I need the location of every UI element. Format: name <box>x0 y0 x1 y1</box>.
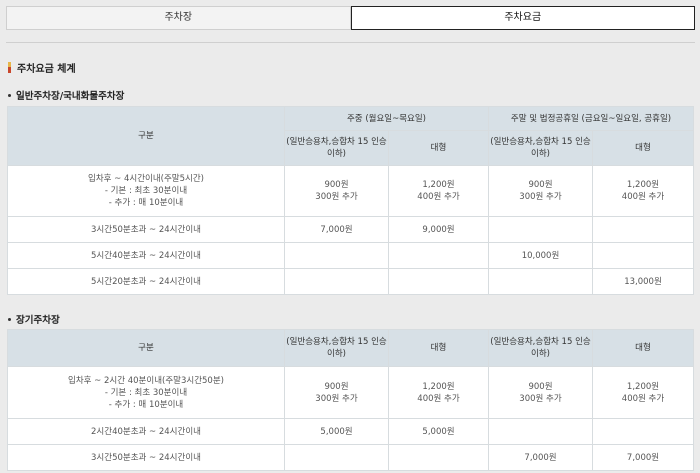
bullet-icon <box>8 93 11 97</box>
row-label: 5시간20분초과 ~ 24시간이내 <box>7 268 285 295</box>
label-line: - 추가 : 매 10분이내 <box>108 198 184 208</box>
page-title-text: 주차요금 체계 <box>17 64 76 75</box>
label-line: - 기본 : 최초 30분이내 <box>104 387 188 398</box>
group-header-weekday: 주중 (월요일~목요일) <box>284 106 489 131</box>
divider <box>6 42 695 43</box>
fee-cell: 10,000원 <box>488 242 593 269</box>
label-line: 입차후 ~ 4시간이내(주말5시간) <box>88 174 204 184</box>
sub-header-large: 대형 <box>592 329 694 367</box>
fee-cell <box>488 268 593 295</box>
fee-cell <box>388 242 489 269</box>
fee-extra: 400원 추가 <box>621 192 665 202</box>
table-row: 5시간40분초과 ~ 24시간이내 10,000원 <box>7 242 694 269</box>
fee-extra: 300원 추가 <box>315 192 358 202</box>
row-label: 입차후 ~ 4시간이내(주말5시간) - 기본 : 최초 30분이내 - 추가 … <box>7 165 285 217</box>
row-label: 입차후 ~ 2시간 40분이내(주말3시간50분) - 기본 : 최초 30분이… <box>7 366 285 419</box>
row-label: 3시간50분초과 ~ 24시간이내 <box>7 216 285 243</box>
sub-header-car: (일반승용차,승합차 15 인승이하) <box>284 329 389 367</box>
section-title-longterm: 장기주차장 <box>8 312 60 326</box>
fee-extra: 400원 추가 <box>621 393 665 404</box>
fee-cell <box>388 444 489 471</box>
fee-cell <box>592 242 694 269</box>
table-row: 2시간40분초과 ~ 24시간이내 5,000원 5,000원 <box>7 418 694 445</box>
tab-bar: 주차장 주차요금 <box>6 6 695 30</box>
table-row: 입차후 ~ 2시간 40분이내(주말3시간50분) - 기본 : 최초 30분이… <box>7 366 694 419</box>
fee-base: 1,200원 <box>626 381 660 392</box>
fee-cell: 1,200원 400원 추가 <box>388 165 489 217</box>
table-row: 5시간20분초과 ~ 24시간이내 13,000원 <box>7 268 694 295</box>
fee-cell <box>488 418 593 445</box>
col-header-category: 구분 <box>7 329 285 367</box>
fee-base: 900원 <box>528 381 553 392</box>
section-title-general: 일반주차장/국내화물주차장 <box>8 88 124 102</box>
fee-cell: 900원 300원 추가 <box>284 366 389 419</box>
fee-cell <box>284 268 389 295</box>
row-label: 3시간50분초과 ~ 24시간이내 <box>7 444 285 471</box>
fee-cell: 7,000원 <box>284 216 389 243</box>
tab-parking-lot[interactable]: 주차장 <box>6 6 351 30</box>
row-label: 2시간40분초과 ~ 24시간이내 <box>7 418 285 445</box>
fee-cell: 900원 300원 추가 <box>284 165 389 217</box>
fee-base: 1,200원 <box>422 180 455 190</box>
sub-header-large: 대형 <box>592 130 694 166</box>
fee-extra: 300원 추가 <box>519 393 562 404</box>
fee-cell: 13,000원 <box>592 268 694 295</box>
fee-table-longterm: 구분 (일반승용차,승합차 15 인승이하) 대형 (일반승용차,승합차 15 … <box>7 329 694 471</box>
table-row: 3시간50분초과 ~ 24시간이내 7,000원 7,000원 <box>7 444 694 471</box>
section-title-text: 일반주차장/국내화물주차장 <box>16 91 125 102</box>
fee-cell: 9,000원 <box>388 216 489 243</box>
fee-extra: 400원 추가 <box>417 393 460 404</box>
fee-cell: 900원 300원 추가 <box>488 366 593 419</box>
fee-base: 1,200원 <box>626 180 660 190</box>
fee-cell: 5,000원 <box>284 418 389 445</box>
fee-cell: 5,000원 <box>388 418 489 445</box>
section-title-text: 장기주차장 <box>16 315 60 326</box>
fee-cell <box>388 268 489 295</box>
table-row: 입차후 ~ 4시간이내(주말5시간) - 기본 : 최초 30분이내 - 추가 … <box>7 165 694 217</box>
tab-parking-fee[interactable]: 주차요금 <box>350 6 695 30</box>
sub-header-car: (일반승용차,승합차 15 인승이하) <box>488 329 593 367</box>
fee-cell <box>284 444 389 471</box>
label-line: 입차후 ~ 2시간 40분이내(주말3시간50분) <box>68 375 224 386</box>
label-line: - 기본 : 최초 30분이내 <box>104 186 188 196</box>
sub-header-car: (일반승용차,승합차 15 인승이하) <box>284 130 389 166</box>
fee-cell: 1,200원 400원 추가 <box>592 165 694 217</box>
fee-cell <box>284 242 389 269</box>
sub-header-large: 대형 <box>388 329 489 367</box>
bullet-icon <box>8 317 11 321</box>
fee-cell <box>592 418 694 445</box>
fee-cell: 1,200원 400원 추가 <box>592 366 694 419</box>
fee-extra: 300원 추가 <box>315 393 358 404</box>
sub-header-large: 대형 <box>388 130 489 166</box>
page-title: 주차요금 체계 <box>8 60 76 75</box>
fee-base: 900원 <box>528 180 553 190</box>
fee-cell: 900원 300원 추가 <box>488 165 593 217</box>
label-line: - 추가 : 매 10분이내 <box>108 399 184 410</box>
fee-cell: 1,200원 400원 추가 <box>388 366 489 419</box>
fee-base: 1,200원 <box>422 381 455 392</box>
fee-extra: 300원 추가 <box>519 192 562 202</box>
table-row: 3시간50분초과 ~ 24시간이내 7,000원 9,000원 <box>7 216 694 243</box>
fee-cell <box>488 216 593 243</box>
fee-cell: 7,000원 <box>488 444 593 471</box>
fee-base: 900원 <box>324 381 349 392</box>
col-header-category: 구분 <box>7 106 285 166</box>
fee-cell <box>592 216 694 243</box>
fee-table-general: 구분 주중 (월요일~목요일) 주말 및 법정공휴일 (금요일~일요일, 공휴일… <box>7 106 694 295</box>
group-header-weekend: 주말 및 법정공휴일 (금요일~일요일, 공휴일) <box>488 106 694 131</box>
row-label: 5시간40분초과 ~ 24시간이내 <box>7 242 285 269</box>
sub-header-car: (일반승용차,승합차 15 인승이하) <box>488 130 593 166</box>
title-bar-icon <box>8 62 11 73</box>
fee-extra: 400원 추가 <box>417 192 460 202</box>
fee-cell: 7,000원 <box>592 444 694 471</box>
fee-base: 900원 <box>324 180 349 190</box>
